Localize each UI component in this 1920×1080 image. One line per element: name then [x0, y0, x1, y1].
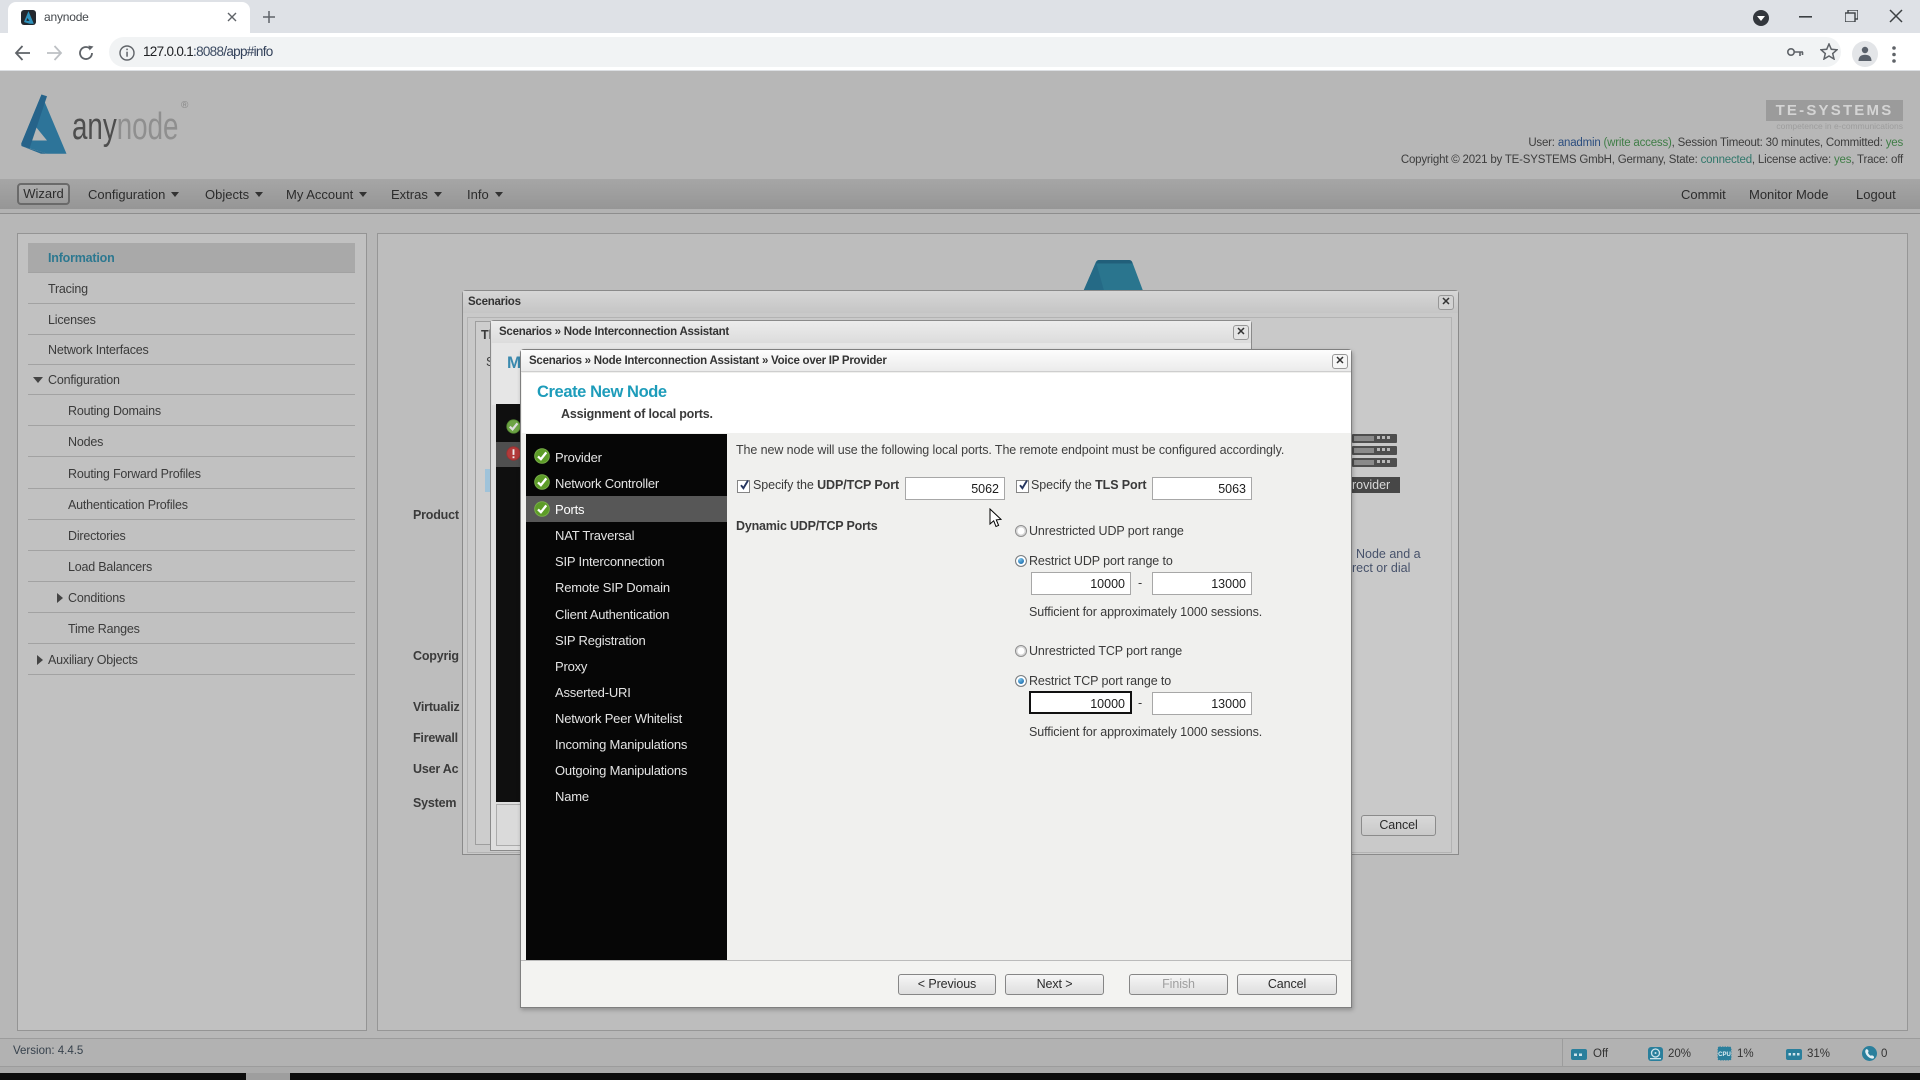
svg-text:CPU: CPU	[1718, 1052, 1731, 1058]
